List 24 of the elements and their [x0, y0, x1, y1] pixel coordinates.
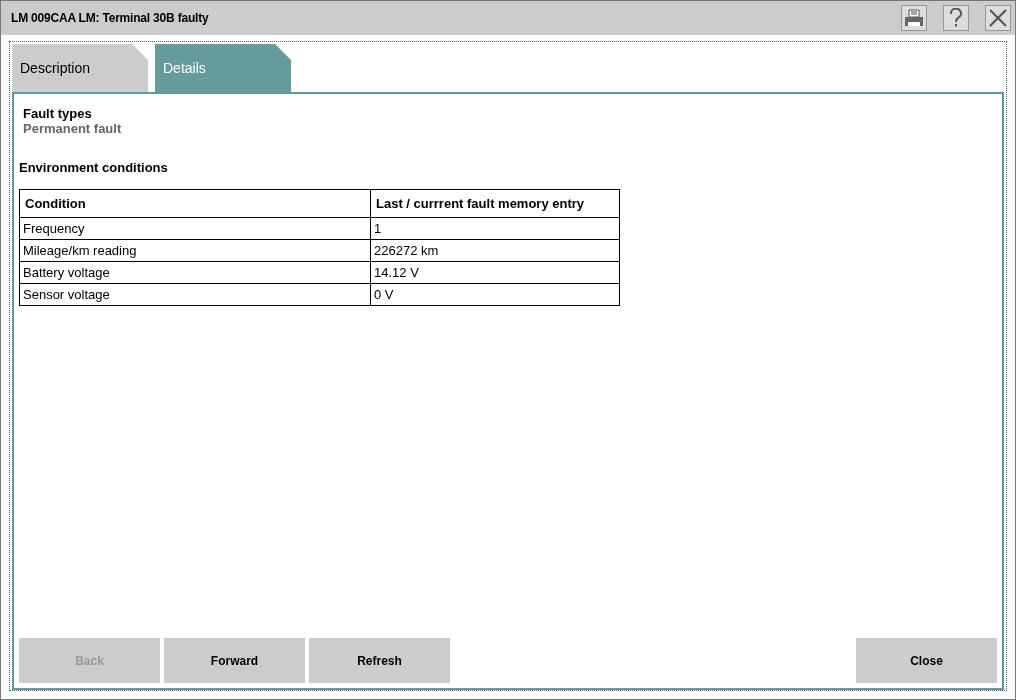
close-icon [988, 8, 1008, 28]
table-cell: 1 [370, 217, 620, 240]
help-button[interactable] [943, 5, 969, 31]
table-cell: 14.12 V [370, 261, 620, 284]
printer-icon [904, 9, 924, 27]
action-button[interactable]: Refresh [309, 638, 450, 683]
help-icon [949, 8, 963, 28]
section-heading: Fault types [22, 106, 93, 121]
print-button[interactable] [901, 5, 927, 31]
table-cell: Mileage/km reading [19, 239, 371, 262]
table-cell: Sensor voltage [19, 283, 371, 306]
section-heading: Environment conditions [19, 160, 169, 175]
table-cell: 0 V [370, 283, 620, 306]
action-button[interactable]: Close [856, 638, 997, 683]
table-cell: 226272 km [370, 239, 620, 262]
table-cell: Frequency [19, 217, 371, 240]
column-header: Condition [19, 189, 371, 218]
column-header: Last / currrent fault memory entry [370, 189, 620, 218]
close-button[interactable] [985, 5, 1011, 31]
table-cell: Battery voltage [19, 261, 371, 284]
action-button[interactable]: Forward [164, 638, 305, 683]
tab[interactable]: Description [12, 44, 148, 92]
window-title: LM 009CAA LM: Terminal 30B faulty [11, 11, 210, 25]
fault-type: Permanent fault [22, 121, 123, 136]
